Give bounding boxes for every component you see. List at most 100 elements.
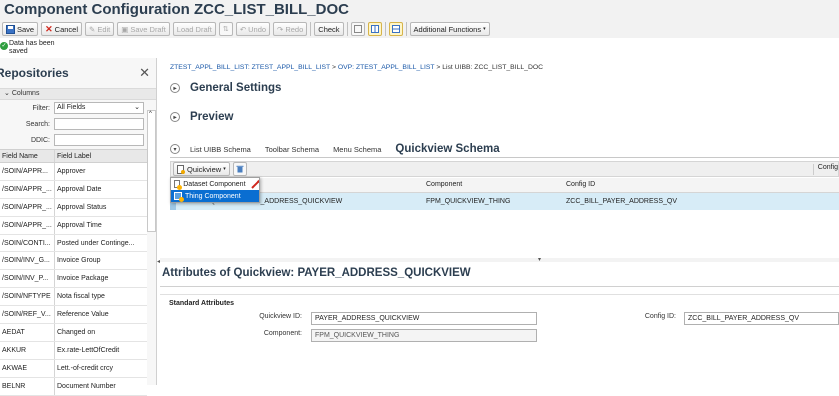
panel-splitter[interactable]: ▾ bbox=[160, 257, 839, 263]
field-label: Changed on bbox=[57, 329, 96, 337]
additional-functions-button[interactable]: Additional Functions ▾ bbox=[409, 22, 490, 36]
field-name: /SOIN/APPR... bbox=[0, 163, 55, 180]
quickview-menu-button[interactable]: Quickview ▾ bbox=[173, 162, 230, 176]
breadcrumb-link-appl[interactable]: ZTEST_APPL_BILL_LIST: ZTEST_APPL_BILL_LI… bbox=[170, 64, 330, 71]
draft-icon: ▣ bbox=[121, 24, 129, 34]
layout-columns-button[interactable] bbox=[367, 22, 382, 36]
field-name: /SOIN/APPR_... bbox=[0, 180, 55, 198]
repositories-header: Repositories ✕ bbox=[0, 58, 156, 88]
table-row[interactable]: /SOIN/APPR_... Approval Date bbox=[0, 180, 147, 199]
layout-single-button[interactable] bbox=[350, 22, 365, 36]
field-label: Document Number bbox=[57, 382, 116, 390]
field-label: Approval Date bbox=[57, 185, 102, 193]
undo-button[interactable]: ↶ Undo bbox=[235, 22, 271, 36]
toolbar-separator bbox=[310, 22, 312, 36]
message-line-2: saved bbox=[9, 48, 28, 55]
field-label: Reference Value bbox=[57, 311, 109, 319]
breadcrumb-current: List UIBB: ZCC_LIST_BILL_DOC bbox=[442, 64, 544, 71]
table-row[interactable]: /SOIN/APPR_... Approval Time bbox=[0, 216, 147, 235]
save-draft-button[interactable]: ▣ Save Draft bbox=[117, 22, 170, 36]
ddic-row: DDIC: bbox=[0, 132, 156, 148]
search-input[interactable] bbox=[54, 118, 144, 130]
general-settings-panel[interactable]: ▸ General Settings bbox=[170, 82, 281, 94]
save-draft-label: Save Draft bbox=[130, 24, 166, 34]
redo-button[interactable]: ↷ Redo bbox=[273, 22, 308, 36]
quickview-grid-header: Component Config ID bbox=[170, 178, 839, 193]
success-message: ✓ Data has been saved bbox=[0, 38, 160, 58]
table-row[interactable]: AKKUR Ex.rate-LettOfCredit bbox=[0, 341, 147, 360]
delete-button[interactable] bbox=[232, 162, 247, 176]
table-row[interactable]: /SOIN/REF_V... Reference Value bbox=[0, 306, 147, 325]
page-title: Component Configuration ZCC_LIST_BILL_DO… bbox=[4, 1, 349, 18]
tab-quickview-schema[interactable]: Quickview Schema bbox=[395, 143, 499, 155]
menu-item-dataset-component[interactable]: Dataset Component bbox=[171, 178, 259, 190]
col-config-id: Config ID bbox=[566, 181, 596, 188]
close-icon[interactable]: ✕ bbox=[139, 65, 150, 81]
quickview-id-field[interactable]: PAYER_ADDRESS_QUICKVIEW bbox=[311, 312, 537, 325]
layout-rows-button[interactable] bbox=[388, 22, 403, 36]
general-settings-title: General Settings bbox=[190, 82, 282, 94]
col-field-label: Field Label bbox=[57, 153, 92, 160]
ddic-input[interactable] bbox=[54, 134, 144, 146]
table-row[interactable]: /SOIN/NFTYPE Nota fiscal type bbox=[0, 288, 147, 307]
arrows-icon: ⇅ bbox=[222, 26, 229, 33]
add-doc-icon bbox=[177, 164, 185, 174]
field-label: Nota fiscal type bbox=[57, 293, 105, 301]
table-row[interactable]: Quickvie AYER_ADDRESS_QUICKVIEW FPM_QUIC… bbox=[170, 193, 839, 210]
repositories-scrollbar[interactable]: ^ bbox=[147, 110, 156, 232]
config-id-field[interactable]: ZCC_BILL_PAYER_ADDRESS_QV bbox=[684, 312, 839, 325]
table-row[interactable]: BELNR Document Number bbox=[0, 377, 147, 396]
table-row[interactable]: /SOIN/CONTI... Posted under Continge... bbox=[0, 234, 147, 253]
repositories-title: Repositories bbox=[0, 66, 69, 80]
columns-section-toggle[interactable]: ⌄ Columns bbox=[0, 88, 156, 100]
check-button[interactable]: Check bbox=[314, 22, 344, 36]
tab-menu-schema[interactable]: Menu Schema bbox=[333, 145, 381, 154]
tab-toolbar-schema[interactable]: Toolbar Schema bbox=[265, 145, 319, 154]
add-doc-icon bbox=[174, 192, 184, 202]
move-up-down-button[interactable]: ⇅ bbox=[218, 22, 233, 36]
quickview-dropdown-menu: Dataset Component Thing Component bbox=[170, 177, 260, 203]
tab-divider bbox=[170, 157, 839, 158]
dropdown-icon: ▾ bbox=[223, 166, 226, 172]
check-label: Check bbox=[318, 24, 340, 34]
field-name: /SOIN/APPR_... bbox=[0, 198, 55, 216]
expand-icon: ▸ bbox=[170, 83, 180, 93]
table-row[interactable]: /SOIN/INV_P... Invoice Package bbox=[0, 270, 147, 289]
row-component: FPM_QUICKVIEW_THING bbox=[426, 198, 511, 205]
menu-item-thing-component[interactable]: Thing Component bbox=[171, 190, 259, 202]
cancel-label: Cancel bbox=[54, 24, 79, 34]
load-draft-label: Load Draft bbox=[176, 24, 212, 34]
field-label: Lett.-of-credit crcy bbox=[57, 364, 114, 372]
breadcrumb: ZTEST_APPL_BILL_LIST: ZTEST_APPL_BILL_LI… bbox=[170, 64, 543, 71]
table-row[interactable]: AEDAT Changed on bbox=[0, 324, 147, 342]
main-toolbar: Save ✕ Cancel ✎ Edit ▣ Save Draft Load D… bbox=[0, 20, 839, 38]
table-row[interactable]: /SOIN/APPR_... Approval Status bbox=[0, 198, 147, 217]
field-name: AKWAE bbox=[0, 359, 55, 377]
preview-panel[interactable]: ▸ Preview bbox=[170, 111, 233, 123]
tab-list-uibb-schema[interactable]: List UIBB Schema bbox=[190, 145, 251, 154]
collapse-icon[interactable]: ▾ bbox=[170, 144, 180, 154]
layout-columns-icon bbox=[370, 25, 379, 33]
ddic-label: DDIC: bbox=[30, 136, 50, 144]
edit-button[interactable]: ✎ Edit bbox=[85, 22, 115, 36]
attributes-title: Attributes of Quickview: PAYER_ADDRESS_Q… bbox=[162, 267, 471, 279]
col-field-name: Field Name bbox=[0, 150, 55, 162]
table-row[interactable]: /SOIN/INV_G... Invoice Group bbox=[0, 252, 147, 271]
table-row[interactable]: AKWAE Lett.-of-credit crcy bbox=[0, 359, 147, 378]
cancel-button[interactable]: ✕ Cancel bbox=[41, 22, 83, 36]
component-field[interactable]: FPM_QUICKVIEW_THING bbox=[311, 329, 537, 342]
row-config-id: ZCC_BILL_PAYER_ADDRESS_QV bbox=[566, 198, 678, 205]
add-doc-icon bbox=[174, 180, 183, 190]
field-name: AKKUR bbox=[0, 341, 55, 359]
breadcrumb-separator: > bbox=[436, 64, 441, 71]
breadcrumb-link-ovp[interactable]: OVP: ZTEST_APPL_BILL_LIST bbox=[338, 64, 435, 71]
field-label: Invoice Group bbox=[57, 257, 101, 265]
field-name: AEDAT bbox=[0, 324, 55, 341]
toolbar-separator bbox=[346, 22, 348, 36]
save-button[interactable]: Save bbox=[2, 22, 39, 36]
filter-select[interactable]: All Fields ⌄ bbox=[54, 102, 144, 114]
menu-item-label: Dataset Component bbox=[183, 180, 246, 188]
field-name: /SOIN/NFTYPE bbox=[0, 288, 55, 306]
table-row[interactable]: /SOIN/APPR... Approver bbox=[0, 163, 147, 181]
load-draft-button[interactable]: Load Draft bbox=[172, 22, 216, 36]
